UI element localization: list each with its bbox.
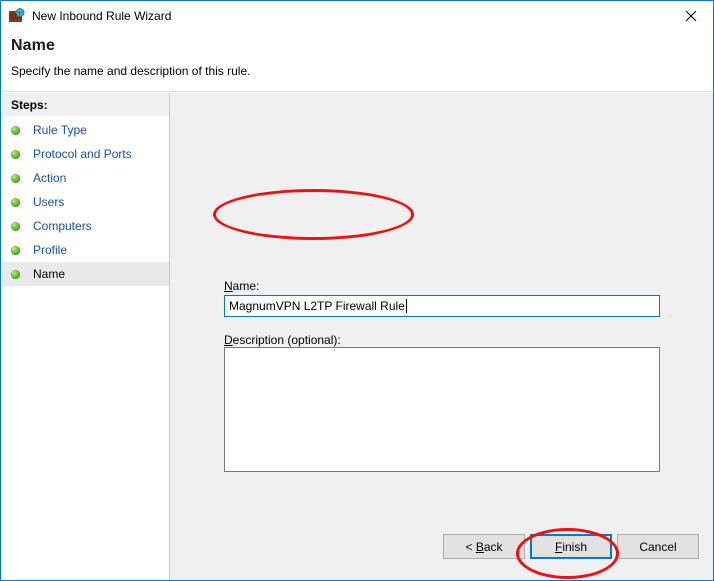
content-pane: Name: MagnumVPN L2TP Firewall Rule Descr… [171,93,713,580]
sidebar-item-rule-type[interactable]: Rule Type [2,118,169,142]
text-caret [405,299,407,313]
sidebar-item-label: Users [33,195,65,209]
sidebar-item-action[interactable]: Action [2,166,169,190]
sidebar-item-label: Rule Type [33,123,87,137]
steps-header: Steps: [2,93,169,116]
sidebar-item-label: Name [33,267,66,281]
step-bullet-icon [11,269,20,279]
footer-button-bar: < Back Finish Cancel [171,534,713,561]
step-bullet-icon [11,197,20,207]
sidebar-item-label: Protocol and Ports [33,147,132,161]
sidebar-item-computers[interactable]: Computers [2,214,169,238]
back-button[interactable]: < Back [443,534,525,559]
step-bullet-icon [11,125,20,135]
close-icon[interactable] [668,1,713,30]
name-input-value: MagnumVPN L2TP Firewall Rule [229,299,405,313]
name-input[interactable]: MagnumVPN L2TP Firewall Rule [224,295,660,317]
name-field-label: Name: [224,279,259,293]
window-title: New Inbound Rule Wizard [32,9,172,23]
cancel-button[interactable]: Cancel [617,534,699,559]
cancel-button-label: Cancel [639,539,677,554]
description-label-mnemonic: D [224,333,233,347]
sidebar-item-users[interactable]: Users [2,190,169,214]
back-button-label: < Back [465,539,503,554]
step-bullet-icon [11,245,20,255]
sidebar-item-profile[interactable]: Profile [2,238,169,262]
step-bullet-icon [11,173,20,183]
page-subtitle: Specify the name and description of this… [11,64,251,78]
description-label-rest: escription (optional): [232,333,341,347]
sidebar-item-label: Action [33,171,67,185]
name-label-rest: ame: [232,279,260,293]
description-input[interactable] [224,347,660,472]
steps-header-label: Steps: [11,97,48,112]
sidebar-item-label: Profile [33,243,68,257]
page-title: Name [11,37,55,54]
sidebar-item-name[interactable]: Name [2,262,169,286]
firewall-brick-globe-icon [9,8,25,24]
steps-list: Rule Type Protocol and Ports Action User… [2,118,169,286]
step-bullet-icon [11,221,20,231]
finish-button-label: Finish [554,539,588,554]
steps-sidebar: Steps: Rule Type Protocol and Ports Acti… [2,93,170,580]
wizard-window: New Inbound Rule Wizard Name Specify the… [0,0,714,581]
body-area: Steps: Rule Type Protocol and Ports Acti… [2,93,713,580]
title-bar: New Inbound Rule Wizard [1,1,713,31]
sidebar-item-label: Computers [33,219,92,233]
sidebar-item-protocol-and-ports[interactable]: Protocol and Ports [2,142,169,166]
description-field-label: Description (optional): [224,333,341,347]
page-header: Name Specify the name and description of… [2,31,712,92]
step-bullet-icon [11,149,20,159]
name-label-mnemonic: N [224,279,233,293]
finish-button[interactable]: Finish [530,534,612,559]
